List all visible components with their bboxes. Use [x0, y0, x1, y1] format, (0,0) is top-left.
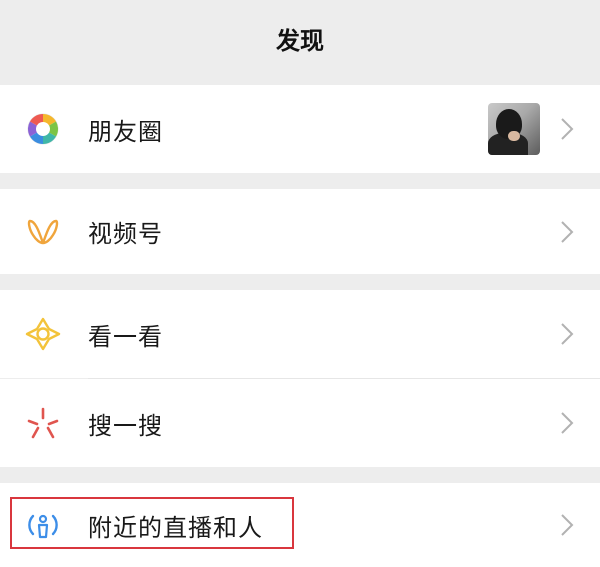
list-item-top-stories[interactable]: 看一看: [0, 290, 600, 378]
channels-icon: [24, 213, 62, 251]
list-item-search[interactable]: 搜一搜: [0, 379, 600, 467]
chevron-right-icon: [560, 220, 574, 244]
list-item-nearby[interactable]: 附近的直播和人: [0, 483, 600, 567]
list-item-channels[interactable]: 视频号: [0, 189, 600, 274]
chevron-right-icon: [560, 117, 574, 141]
chevron-right-icon: [560, 322, 574, 346]
top-bar: 发现: [0, 0, 600, 85]
top-stories-icon: [24, 315, 62, 353]
item-label-channels: 视频号: [88, 220, 163, 248]
chevron-right-icon: [560, 513, 574, 537]
item-label-nearby: 附近的直播和人: [88, 513, 263, 542]
moments-icon: [24, 110, 62, 148]
nearby-icon: [24, 506, 62, 544]
page-title: 发现: [276, 27, 324, 55]
item-label-top-stories: 看一看: [88, 322, 163, 351]
item-label-search: 搜一搜: [88, 411, 163, 440]
item-label-moments: 朋友圈: [88, 117, 163, 146]
moments-thumbnail: [488, 103, 540, 155]
chevron-right-icon: [560, 411, 574, 435]
search-icon: [24, 404, 62, 442]
list-item-moments[interactable]: 朋友圈: [0, 85, 600, 173]
